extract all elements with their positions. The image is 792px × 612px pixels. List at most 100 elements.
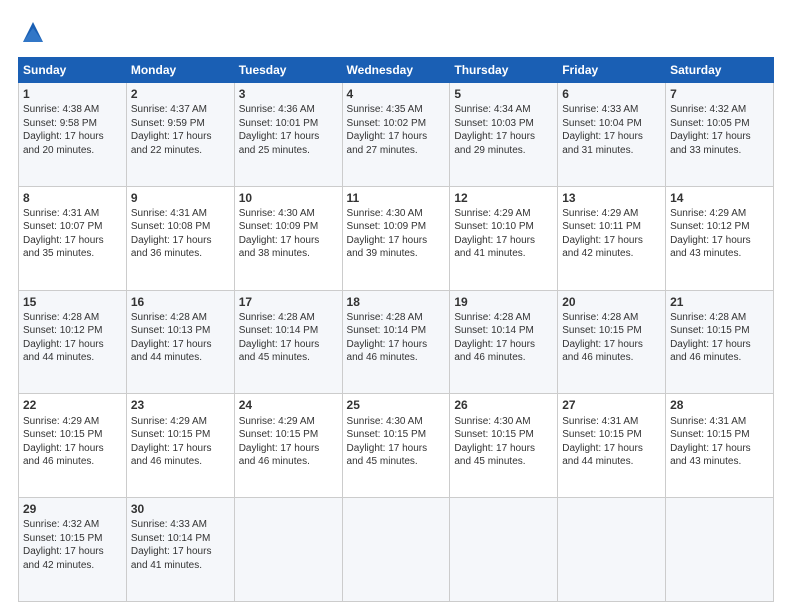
day-number: 18	[347, 294, 446, 310]
day-details: Sunrise: 4:34 AM Sunset: 10:03 PM Daylig…	[454, 103, 553, 157]
calendar-cell: 27 Sunrise: 4:31 AM Sunset: 10:15 PM Dayl…	[558, 394, 666, 498]
day-details: Sunrise: 4:35 AM Sunset: 10:02 PM Daylig…	[347, 103, 446, 157]
day-header-tuesday: Tuesday	[234, 58, 342, 83]
calendar-cell: 16Sunrise: 4:28 AM Sunset: 10:13 PM Dayl…	[126, 290, 234, 394]
calendar: SundayMondayTuesdayWednesdayThursdayFrid…	[18, 57, 774, 602]
calendar-cell	[234, 498, 342, 602]
calendar-cell: 21Sunrise: 4:28 AM Sunset: 10:15 PM Dayl…	[666, 290, 774, 394]
day-number: 16	[131, 294, 230, 310]
day-details: Sunrise: 4:31 AM Sunset: 10:08 PM Daylig…	[131, 207, 230, 261]
calendar-body: 1Sunrise: 4:38 AM Sunset: 9:58 PM Daylig…	[19, 83, 774, 602]
calendar-cell: 28 Sunrise: 4:31 AM Sunset: 10:15 PM Dayl…	[666, 394, 774, 498]
day-number: 6	[562, 86, 661, 102]
calendar-week-1: 1Sunrise: 4:38 AM Sunset: 9:58 PM Daylig…	[19, 83, 774, 187]
calendar-cell: 24 Sunrise: 4:29 AM Sunset: 10:15 PM Dayl…	[234, 394, 342, 498]
calendar-cell: 12Sunrise: 4:29 AM Sunset: 10:10 PM Dayl…	[450, 186, 558, 290]
day-details: Sunrise: 4:33 AM Sunset: 10:14 PM Daylig…	[131, 518, 230, 572]
logo-icon	[21, 18, 45, 49]
calendar-cell: 15Sunrise: 4:28 AM Sunset: 10:12 PM Dayl…	[19, 290, 127, 394]
calendar-cell: 11Sunrise: 4:30 AM Sunset: 10:09 PM Dayl…	[342, 186, 450, 290]
calendar-cell: 2Sunrise: 4:37 AM Sunset: 9:59 PM Daylig…	[126, 83, 234, 187]
calendar-cell	[558, 498, 666, 602]
day-number: 13	[562, 190, 661, 206]
day-number: 22	[23, 397, 122, 413]
day-details: Sunrise: 4:29 AM Sunset: 10:15 PM Daylig…	[131, 415, 230, 469]
day-details: Sunrise: 4:29 AM Sunset: 10:12 PM Daylig…	[670, 207, 769, 261]
day-number: 20	[562, 294, 661, 310]
day-number: 17	[239, 294, 338, 310]
day-number: 24	[239, 397, 338, 413]
calendar-cell: 10Sunrise: 4:30 AM Sunset: 10:09 PM Dayl…	[234, 186, 342, 290]
day-details: Sunrise: 4:38 AM Sunset: 9:58 PM Dayligh…	[23, 103, 122, 157]
day-details: Sunrise: 4:28 AM Sunset: 10:14 PM Daylig…	[454, 311, 553, 365]
day-details: Sunrise: 4:30 AM Sunset: 10:09 PM Daylig…	[239, 207, 338, 261]
day-header-thursday: Thursday	[450, 58, 558, 83]
day-details: Sunrise: 4:29 AM Sunset: 10:15 PM Daylig…	[239, 415, 338, 469]
day-number: 7	[670, 86, 769, 102]
day-details: Sunrise: 4:31 AM Sunset: 10:07 PM Daylig…	[23, 207, 122, 261]
day-details: Sunrise: 4:28 AM Sunset: 10:15 PM Daylig…	[670, 311, 769, 365]
day-number: 27	[562, 397, 661, 413]
day-number: 28	[670, 397, 769, 413]
day-details: Sunrise: 4:28 AM Sunset: 10:14 PM Daylig…	[347, 311, 446, 365]
calendar-cell: 9Sunrise: 4:31 AM Sunset: 10:08 PM Dayli…	[126, 186, 234, 290]
calendar-header-row: SundayMondayTuesdayWednesdayThursdayFrid…	[19, 58, 774, 83]
day-number: 8	[23, 190, 122, 206]
calendar-cell: 23 Sunrise: 4:29 AM Sunset: 10:15 PM Dayl…	[126, 394, 234, 498]
day-details: Sunrise: 4:29 AM Sunset: 10:15 PM Daylig…	[23, 415, 122, 469]
day-details: Sunrise: 4:31 AM Sunset: 10:15 PM Daylig…	[670, 415, 769, 469]
page: SundayMondayTuesdayWednesdayThursdayFrid…	[0, 0, 792, 612]
day-header-monday: Monday	[126, 58, 234, 83]
day-details: Sunrise: 4:28 AM Sunset: 10:12 PM Daylig…	[23, 311, 122, 365]
calendar-cell: 4Sunrise: 4:35 AM Sunset: 10:02 PM Dayli…	[342, 83, 450, 187]
calendar-week-4: 22 Sunrise: 4:29 AM Sunset: 10:15 PM Dayl…	[19, 394, 774, 498]
day-number: 4	[347, 86, 446, 102]
day-number: 14	[670, 190, 769, 206]
calendar-cell: 20Sunrise: 4:28 AM Sunset: 10:15 PM Dayl…	[558, 290, 666, 394]
day-details: Sunrise: 4:33 AM Sunset: 10:04 PM Daylig…	[562, 103, 661, 157]
calendar-cell: 13Sunrise: 4:29 AM Sunset: 10:11 PM Dayl…	[558, 186, 666, 290]
day-details: Sunrise: 4:28 AM Sunset: 10:13 PM Daylig…	[131, 311, 230, 365]
day-number: 2	[131, 86, 230, 102]
calendar-cell: 7Sunrise: 4:32 AM Sunset: 10:05 PM Dayli…	[666, 83, 774, 187]
day-number: 30	[131, 501, 230, 517]
day-number: 23	[131, 397, 230, 413]
day-details: Sunrise: 4:32 AM Sunset: 10:05 PM Daylig…	[670, 103, 769, 157]
calendar-cell	[450, 498, 558, 602]
day-header-sunday: Sunday	[19, 58, 127, 83]
calendar-cell: 14Sunrise: 4:29 AM Sunset: 10:12 PM Dayl…	[666, 186, 774, 290]
day-details: Sunrise: 4:37 AM Sunset: 9:59 PM Dayligh…	[131, 103, 230, 157]
day-number: 19	[454, 294, 553, 310]
calendar-cell: 25Sunrise: 4:30 AM Sunset: 10:15 PM Dayl…	[342, 394, 450, 498]
day-number: 21	[670, 294, 769, 310]
day-number: 25	[347, 397, 446, 413]
day-number: 29	[23, 501, 122, 517]
day-number: 9	[131, 190, 230, 206]
day-details: Sunrise: 4:30 AM Sunset: 10:15 PM Daylig…	[454, 415, 553, 469]
calendar-week-3: 15Sunrise: 4:28 AM Sunset: 10:12 PM Dayl…	[19, 290, 774, 394]
calendar-cell: 1Sunrise: 4:38 AM Sunset: 9:58 PM Daylig…	[19, 83, 127, 187]
day-header-friday: Friday	[558, 58, 666, 83]
logo	[18, 16, 45, 49]
calendar-cell	[342, 498, 450, 602]
calendar-cell: 30Sunrise: 4:33 AM Sunset: 10:14 PM Dayl…	[126, 498, 234, 602]
calendar-cell: 19Sunrise: 4:28 AM Sunset: 10:14 PM Dayl…	[450, 290, 558, 394]
calendar-week-5: 29Sunrise: 4:32 AM Sunset: 10:15 PM Dayl…	[19, 498, 774, 602]
day-number: 1	[23, 86, 122, 102]
day-details: Sunrise: 4:28 AM Sunset: 10:14 PM Daylig…	[239, 311, 338, 365]
day-number: 12	[454, 190, 553, 206]
day-number: 10	[239, 190, 338, 206]
calendar-cell: 17Sunrise: 4:28 AM Sunset: 10:14 PM Dayl…	[234, 290, 342, 394]
day-number: 26	[454, 397, 553, 413]
day-details: Sunrise: 4:36 AM Sunset: 10:01 PM Daylig…	[239, 103, 338, 157]
day-details: Sunrise: 4:31 AM Sunset: 10:15 PM Daylig…	[562, 415, 661, 469]
day-details: Sunrise: 4:28 AM Sunset: 10:15 PM Daylig…	[562, 311, 661, 365]
day-header-wednesday: Wednesday	[342, 58, 450, 83]
day-details: Sunrise: 4:30 AM Sunset: 10:09 PM Daylig…	[347, 207, 446, 261]
day-header-saturday: Saturday	[666, 58, 774, 83]
day-number: 3	[239, 86, 338, 102]
calendar-week-2: 8Sunrise: 4:31 AM Sunset: 10:07 PM Dayli…	[19, 186, 774, 290]
calendar-cell: 26 Sunrise: 4:30 AM Sunset: 10:15 PM Dayl…	[450, 394, 558, 498]
calendar-cell: 5Sunrise: 4:34 AM Sunset: 10:03 PM Dayli…	[450, 83, 558, 187]
day-number: 11	[347, 190, 446, 206]
